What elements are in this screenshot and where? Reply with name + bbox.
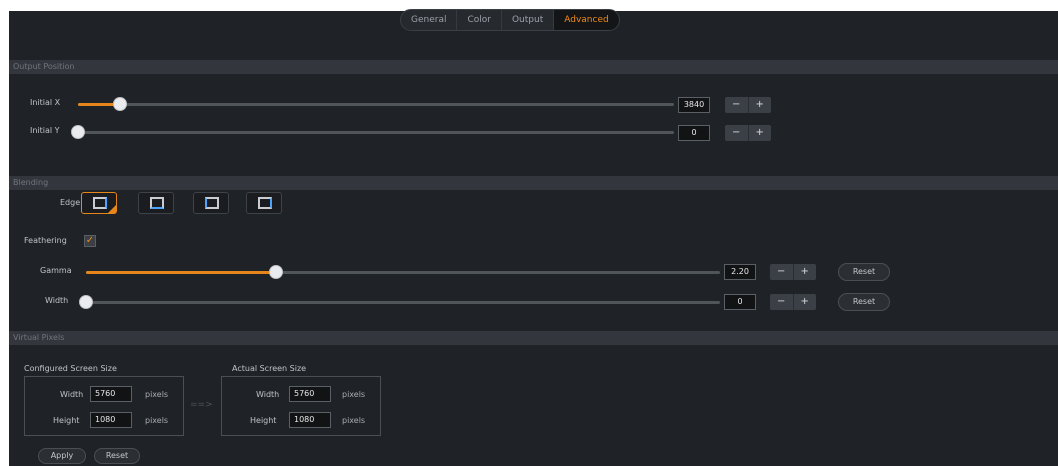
gamma-stepper: − + xyxy=(770,264,816,280)
initial-x-label: Initial X xyxy=(30,98,61,107)
configured-height-input[interactable]: 1080 xyxy=(90,412,132,428)
configured-width-unit: pixels xyxy=(145,390,169,399)
section-virtual-pixels: Virtual Pixels xyxy=(9,331,1058,345)
edge-right-icon xyxy=(93,197,107,209)
configured-size-title: Configured Screen Size xyxy=(24,364,117,373)
configured-height-unit: pixels xyxy=(145,416,169,425)
tab-color[interactable]: Color xyxy=(457,10,502,30)
width-slider-handle[interactable] xyxy=(79,295,93,309)
actual-width-unit: pixels xyxy=(342,390,366,399)
decrement-button[interactable]: − xyxy=(725,125,749,141)
initial-y-value[interactable]: 0 xyxy=(678,125,710,141)
section-output-position: Output Position xyxy=(9,60,1058,74)
gamma-label: Gamma xyxy=(40,266,72,275)
increment-button[interactable]: + xyxy=(793,294,816,310)
decrement-button[interactable]: − xyxy=(770,264,794,280)
initial-x-track[interactable] xyxy=(78,103,674,106)
gamma-reset-button[interactable]: Reset xyxy=(838,263,890,281)
tab-general[interactable]: General xyxy=(401,10,458,30)
initial-y-slider-handle[interactable] xyxy=(71,125,85,139)
selected-corner-icon xyxy=(108,205,116,213)
initial-y-track[interactable] xyxy=(78,131,674,134)
gamma-value[interactable]: 2.20 xyxy=(724,264,756,280)
configured-width-input[interactable]: 5760 xyxy=(90,386,132,402)
actual-width-input: 5760 xyxy=(289,386,331,402)
width-track[interactable] xyxy=(86,301,720,304)
edge-right-button[interactable] xyxy=(81,192,117,214)
actual-height-input: 1080 xyxy=(289,412,331,428)
actual-height-unit: pixels xyxy=(342,416,366,425)
width-label: Width xyxy=(45,296,69,305)
edge-bottom-icon xyxy=(150,197,164,209)
tab-output[interactable]: Output xyxy=(502,10,555,30)
initial-x-value[interactable]: 3840 xyxy=(678,97,710,113)
section-blending: Blending xyxy=(9,176,1058,190)
decrement-button[interactable]: − xyxy=(770,294,794,310)
decrement-button[interactable]: − xyxy=(725,97,749,113)
arrow-icon: ==> xyxy=(190,400,213,410)
initial-y-label: Initial Y xyxy=(30,126,60,135)
edge-bottom-button[interactable] xyxy=(138,192,174,214)
increment-button[interactable]: + xyxy=(748,97,771,113)
edge-right-alt-icon xyxy=(258,197,272,209)
feathering-label: Feathering xyxy=(24,236,67,245)
tab-advanced[interactable]: Advanced xyxy=(554,10,619,30)
width-stepper: − + xyxy=(770,294,816,310)
actual-width-label: Width xyxy=(256,390,280,399)
initial-x-stepper: − + xyxy=(725,97,771,113)
initial-y-stepper: − + xyxy=(725,125,771,141)
edge-label: Edge xyxy=(60,198,81,207)
edge-right-alt-button[interactable] xyxy=(246,192,282,214)
edge-left-icon xyxy=(205,197,219,209)
width-reset-button[interactable]: Reset xyxy=(838,293,890,311)
edge-left-button[interactable] xyxy=(193,192,229,214)
actual-height-label: Height xyxy=(250,416,277,425)
initial-x-slider-handle[interactable] xyxy=(112,97,127,111)
increment-button[interactable]: + xyxy=(793,264,816,280)
reset-button[interactable]: Reset xyxy=(94,448,140,464)
apply-button[interactable]: Apply xyxy=(38,448,86,464)
tab-bar: General Color Output Advanced xyxy=(400,9,620,31)
width-value[interactable]: 0 xyxy=(724,294,756,310)
gamma-fill xyxy=(86,271,277,274)
feathering-checkbox[interactable]: ✓ xyxy=(84,235,96,247)
increment-button[interactable]: + xyxy=(748,125,771,141)
configured-width-label: Width xyxy=(60,390,84,399)
actual-size-title: Actual Screen Size xyxy=(232,364,307,373)
configured-height-label: Height xyxy=(53,416,80,425)
